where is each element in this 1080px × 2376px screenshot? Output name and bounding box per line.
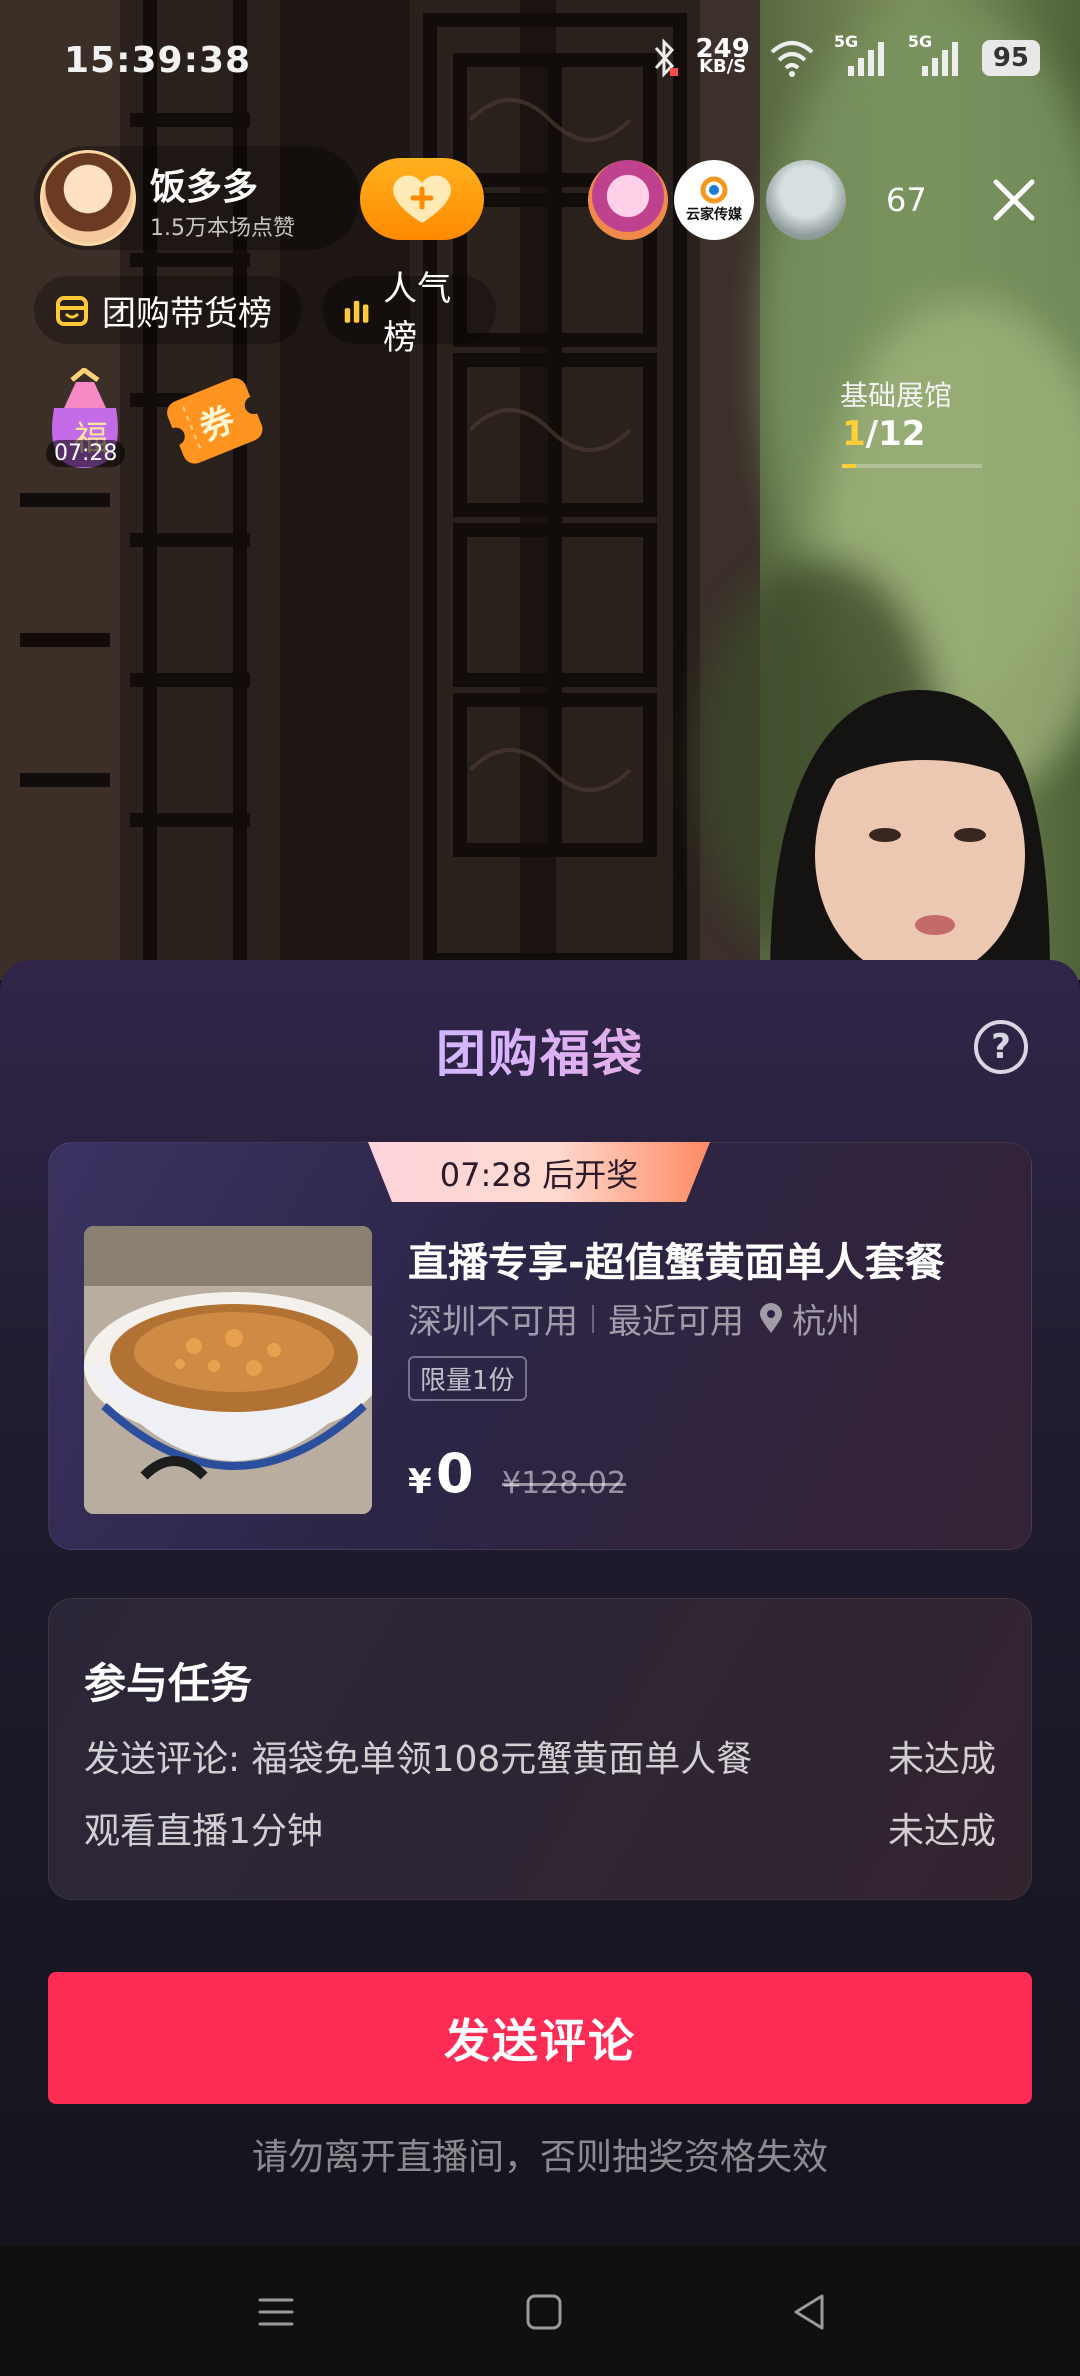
host-figure — [770, 690, 1050, 980]
task-label: 观看直播1分钟 — [84, 1811, 323, 1852]
product-availability: 深圳不可用 — [408, 1302, 578, 1342]
exhibit-progress-bar — [842, 464, 982, 468]
meta-divider — [592, 1304, 594, 1333]
status-time: 15:39:38 — [64, 40, 252, 81]
bluetooth-icon — [654, 38, 678, 78]
help-button[interactable]: ? — [974, 1020, 1028, 1074]
network-speed: 249 KB/S — [696, 36, 750, 77]
task-label: 发送评论: 福袋免单领108元蟹黄面单人餐 — [84, 1739, 753, 1780]
cell-signal-2: 5G — [908, 32, 964, 78]
exhibit-progress-fill — [842, 464, 856, 468]
wifi-icon — [770, 41, 814, 77]
exhibit-current: 1 — [842, 414, 866, 454]
viewer-count[interactable]: 67 — [886, 181, 927, 219]
bar-chart-icon — [344, 300, 369, 323]
location-pin-icon — [760, 1302, 782, 1333]
viewer-avatar-2[interactable]: 云家传媒 — [674, 160, 754, 240]
viewer-brand-name: 云家传媒 — [686, 207, 742, 223]
cell-signal-1: 5G — [834, 32, 890, 78]
lucky-bag-timer: 07:28 — [46, 440, 126, 467]
close-icon[interactable] — [988, 174, 1040, 226]
product-city: 杭州 — [792, 1302, 860, 1342]
leave-warning: 请勿离开直播间，否则抽奖资格失效 — [251, 2137, 828, 2178]
price-current: 0 — [436, 1442, 474, 1505]
status-bar: 15:39:38 249 KB/S 5G 5G 95 — [0, 0, 1080, 120]
viewer-avatar-1[interactable] — [588, 160, 668, 240]
exhibit-label[interactable]: 基础展馆 — [840, 374, 952, 414]
product-name[interactable]: 直播专享-超值蟹黄面单人套餐 — [408, 1230, 945, 1288]
group-buy-rank-label: 团购带货榜 — [102, 293, 272, 334]
viewer-avatar-3[interactable] — [766, 160, 846, 240]
follow-button[interactable] — [360, 158, 484, 240]
signal-bars-icon — [921, 42, 958, 76]
product-image[interactable] — [84, 1226, 372, 1514]
sheet-title: 团购福袋 — [0, 1014, 1080, 1086]
popularity-rank-chip[interactable]: 人气榜 — [322, 269, 496, 358]
send-comment-button[interactable]: 发送评论 — [48, 1972, 1032, 2104]
task-status: 未达成 — [887, 1811, 996, 1852]
task-status: 未达成 — [887, 1739, 996, 1780]
anchor-name[interactable]: 饭多多 — [150, 158, 258, 210]
coupon-icon[interactable]: 券 — [160, 366, 268, 472]
signal-bars-icon — [847, 42, 884, 76]
anchor-likes: 1.5万本场点赞 — [150, 216, 295, 241]
crab-noodle-bowl-image — [84, 1226, 372, 1514]
draw-countdown-text: 07:28 后开奖 — [439, 1156, 639, 1194]
task-heading: 参与任务 — [84, 1659, 253, 1708]
menu-icon[interactable] — [252, 2288, 300, 2336]
price-original: ¥128.02 — [502, 1466, 627, 1501]
shop-bag-icon — [56, 296, 88, 326]
price-currency: ¥ — [408, 1462, 432, 1502]
product-meta: 深圳不可用 最近可用 杭州 — [408, 1294, 860, 1343]
limit-tag: 限量1份 — [408, 1356, 527, 1401]
task-row: 观看直播1分钟 未达成 — [84, 1802, 996, 1854]
home-icon[interactable] — [520, 2288, 568, 2336]
group-buy-rank-chip[interactable]: 团购带货榜 — [34, 276, 302, 344]
task-row: 发送评论: 福袋免单领108元蟹黄面单人餐 未达成 — [84, 1730, 996, 1782]
anchor-avatar[interactable] — [40, 150, 136, 246]
exhibit-total: /12 — [865, 414, 926, 454]
status-icons: 249 KB/S 5G 5G 95 — [650, 32, 1040, 78]
battery-indicator: 95 — [981, 40, 1040, 76]
product-recent: 最近可用 — [608, 1302, 744, 1342]
heart-plus-icon — [393, 175, 451, 223]
back-icon[interactable] — [786, 2288, 834, 2336]
brand-logo-icon — [700, 176, 728, 204]
popularity-rank-label: 人气榜 — [383, 269, 452, 358]
network-speed-unit: KB/S — [699, 56, 747, 77]
exhibit-index[interactable]: 1/12 — [842, 414, 925, 454]
